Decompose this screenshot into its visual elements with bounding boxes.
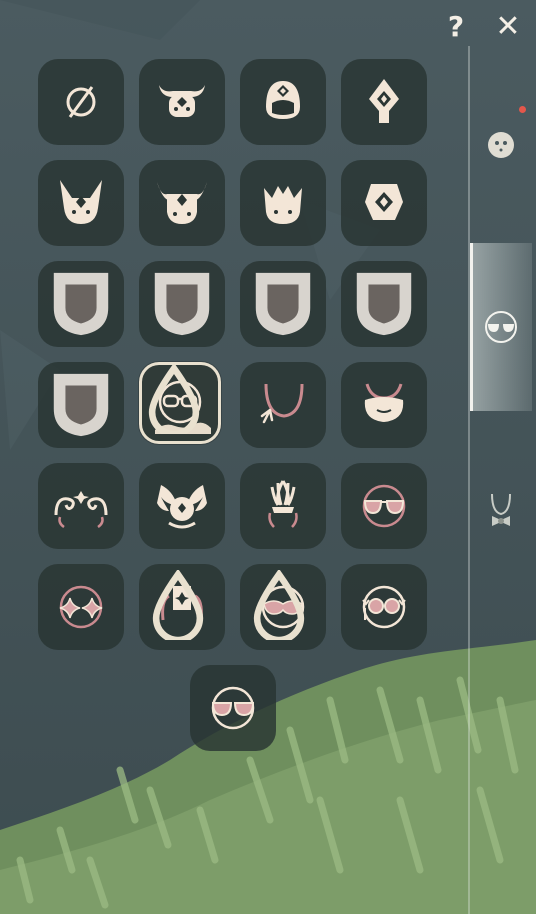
grid-item-diamond-helm[interactable] [341, 160, 427, 246]
grid-item-jeweled-glasses[interactable] [341, 564, 427, 650]
side-tab-face[interactable] [470, 100, 532, 190]
tiara-mask-icon [266, 81, 300, 119]
grid-item-card-headphones[interactable] [139, 564, 225, 650]
face-icon [488, 132, 514, 158]
dye-drop-icon [148, 364, 200, 434]
lock-icon [53, 272, 109, 336]
help-button[interactable]: ? [438, 8, 474, 44]
grid-item-demon-mask[interactable] [139, 160, 225, 246]
grid-item-necklace[interactable] [240, 362, 326, 448]
fox-horn-mask-icon [60, 180, 102, 224]
grid-item-diamond-locked[interactable] [240, 261, 326, 347]
grid-item-none[interactable] [38, 59, 124, 145]
notification-dot [519, 106, 526, 113]
bib-icon [364, 383, 404, 422]
grid-item-bolt-locked[interactable] [38, 362, 124, 448]
grid-item-bull-mask[interactable] [139, 59, 225, 145]
grid-item-fox-mask[interactable] [38, 160, 124, 246]
wing-crest-icon [157, 485, 207, 529]
pink-sunglasses-icon [362, 484, 406, 528]
lock-icon [255, 272, 311, 336]
dye-drop-icon [253, 570, 305, 640]
lock-icon [154, 272, 210, 336]
grid-item-plume-headdress[interactable] [240, 463, 326, 549]
swirl-horns-icon [54, 491, 108, 529]
necklace-bow-icon [491, 493, 511, 526]
grid-item-swirl-horns[interactable] [38, 463, 124, 549]
glasses-icon [485, 311, 517, 343]
grid-item-tiara-mask[interactable] [240, 59, 326, 145]
grid-item-star-glasses[interactable] [38, 564, 124, 650]
diamond-crest-icon [369, 79, 399, 123]
close-button[interactable]: ✕ [490, 8, 526, 44]
grid-item-masquerade-mask[interactable] [240, 564, 326, 650]
plume-headdress-icon [268, 480, 298, 528]
grid-item-horned-crown-locked[interactable] [38, 261, 124, 347]
grid-item-pink-shades[interactable] [190, 665, 276, 751]
diamond-helm-icon [365, 184, 403, 220]
lock-icon [53, 373, 109, 437]
side-tab-necklace[interactable] [470, 470, 532, 550]
crown-mask-icon [264, 186, 302, 224]
star-glasses-icon [59, 585, 103, 629]
dye-drop-icon [152, 570, 204, 640]
grid-item-helmet-locked[interactable] [139, 261, 225, 347]
jeweled-glasses-icon [362, 585, 406, 629]
bull-horn-mask-icon [159, 85, 205, 117]
grid-item-crown-mask[interactable] [240, 160, 326, 246]
necklace-icon [260, 383, 304, 424]
lock-icon [356, 272, 412, 336]
demon-horn-mask-icon [157, 182, 207, 224]
side-tab-glasses[interactable] [470, 243, 532, 411]
grid-item-diamond-crest[interactable] [341, 59, 427, 145]
grid-item-bib[interactable] [341, 362, 427, 448]
pink-shades-icon [211, 686, 255, 730]
grid-item-feather-locked[interactable] [341, 261, 427, 347]
grid-item-wing-crest[interactable] [139, 463, 225, 549]
grid-item-round-glasses-selected[interactable] [139, 362, 221, 444]
grid-item-pink-sunglasses[interactable] [341, 463, 427, 549]
none-icon [66, 86, 96, 118]
